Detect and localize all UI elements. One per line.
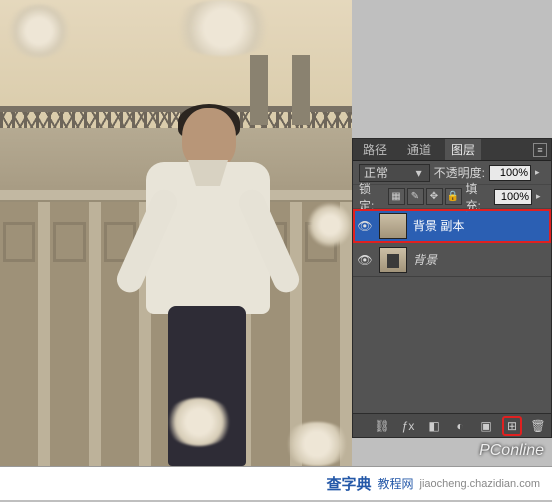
- layer-row-background[interactable]: 👁 背景: [353, 243, 551, 277]
- fill-input[interactable]: 100%: [494, 189, 532, 205]
- footer-watermark-bar: 查字典 教程网 jiaocheng.chazidian.com: [0, 466, 552, 500]
- blend-mode-value: 正常: [364, 164, 388, 181]
- opacity-input[interactable]: 100%: [489, 165, 531, 181]
- layer-group-icon[interactable]: ▣: [477, 417, 495, 435]
- site-name-suffix: 教程网: [378, 475, 414, 492]
- tab-layers[interactable]: 图层: [445, 139, 481, 160]
- image-canvas[interactable]: [0, 0, 352, 466]
- layer-style-icon[interactable]: ƒx: [399, 417, 417, 435]
- lock-label: 锁定:: [359, 180, 384, 214]
- site-domain: jiaocheng.chazidian.com: [420, 478, 540, 490]
- layer-thumbnail[interactable]: [379, 213, 407, 239]
- layer-mask-icon[interactable]: ◧: [425, 417, 443, 435]
- lock-fill-row: 锁定: ▦ ✎ ✥ 🔒 填充: 100% ▸: [353, 185, 551, 209]
- panel-menu-icon[interactable]: ≡: [533, 143, 547, 157]
- opacity-label: 不透明度:: [434, 164, 485, 181]
- lock-transparency-icon[interactable]: ▦: [388, 188, 405, 205]
- layers-panel: 路径 通道 图层 ≡ 正常 ▾ 不透明度: 100% ▸ 锁定: ▦ ✎ ✥ 🔒…: [352, 138, 552, 438]
- new-layer-icon[interactable]: ⊞: [503, 417, 521, 435]
- link-layers-icon[interactable]: ⛓: [373, 417, 391, 435]
- tab-paths[interactable]: 路径: [357, 139, 393, 160]
- layers-list: 👁 背景 副本 👁 背景: [353, 209, 551, 397]
- chevron-down-icon: ▾: [413, 166, 425, 180]
- delete-layer-icon[interactable]: 🗑: [529, 417, 547, 435]
- fill-label: 填充:: [466, 180, 491, 214]
- layer-thumbnail[interactable]: [379, 247, 407, 273]
- visibility-eye-icon[interactable]: 👁: [357, 252, 373, 268]
- layer-row-background-copy[interactable]: 👁 背景 副本: [353, 209, 551, 243]
- pconline-watermark: PConline: [479, 442, 544, 460]
- lock-pixels-icon[interactable]: ✎: [407, 188, 424, 205]
- tab-channels[interactable]: 通道: [401, 139, 437, 160]
- layer-name[interactable]: 背景 副本: [413, 217, 547, 234]
- panel-tabs: 路径 通道 图层 ≡: [353, 139, 551, 161]
- opacity-flyout-icon[interactable]: ▸: [535, 167, 545, 178]
- visibility-eye-icon[interactable]: 👁: [357, 218, 373, 234]
- lock-position-icon[interactable]: ✥: [426, 188, 443, 205]
- fill-flyout-icon[interactable]: ▸: [536, 191, 545, 202]
- layer-name[interactable]: 背景: [413, 251, 547, 268]
- site-name-cn: 查字典: [327, 473, 372, 494]
- lock-all-icon[interactable]: 🔒: [445, 188, 462, 205]
- adjustment-layer-icon[interactable]: ◐: [451, 417, 469, 435]
- panel-footer: ⛓ ƒx ◧ ◐ ▣ ⊞ 🗑: [353, 413, 551, 437]
